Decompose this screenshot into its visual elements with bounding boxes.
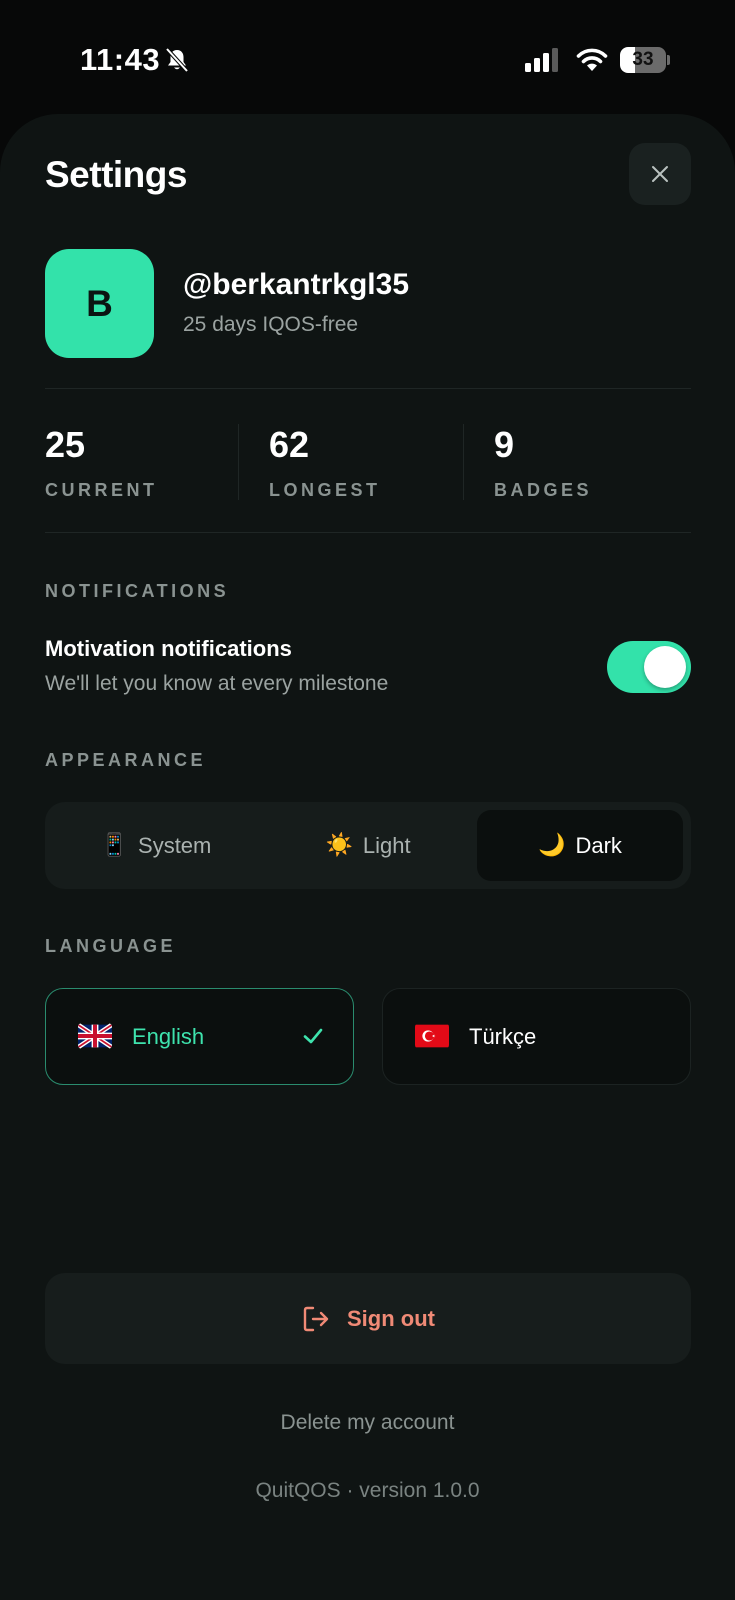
- battery-icon: 33: [620, 47, 670, 73]
- appearance-option-light[interactable]: ☀️ Light: [265, 810, 471, 881]
- cellular-signal-icon: [525, 48, 558, 72]
- stat-label: BADGES: [494, 480, 593, 500]
- notifications-section-label: NOTIFICATIONS: [45, 581, 230, 601]
- appearance-option-label: Light: [362, 832, 411, 858]
- language-label: English: [132, 1024, 205, 1049]
- battery-level: 33: [632, 49, 654, 70]
- delete-account-link[interactable]: Delete my account: [0, 1411, 735, 1435]
- sign-out-icon: [303, 1306, 329, 1331]
- stat-value: 62: [269, 424, 310, 465]
- notification-title: Motivation notifications: [45, 636, 292, 661]
- username: @berkantrkgl35: [183, 268, 410, 301]
- sign-out-label: Sign out: [347, 1305, 435, 1331]
- divider: [45, 388, 691, 389]
- divider: [45, 532, 691, 533]
- stat-divider: [238, 424, 239, 500]
- uk-flag-icon: [78, 1023, 112, 1049]
- appearance-option-label: Dark: [575, 832, 622, 858]
- page-title: Settings: [45, 154, 187, 195]
- status-time: 11:43: [80, 42, 161, 77]
- sun-icon: ☀️: [325, 833, 353, 858]
- stat-label: CURRENT: [45, 480, 158, 500]
- stat-value: 25: [45, 424, 86, 465]
- appearance-option-label: System: [138, 832, 212, 858]
- appearance-segmented-control: 📱 System ☀️ Light 🌙 Dark: [45, 802, 691, 889]
- avatar: B: [45, 249, 154, 358]
- phone-icon: 📱: [100, 833, 129, 858]
- checkmark-icon: [303, 1028, 323, 1044]
- stat-current: 25 CURRENT: [45, 424, 158, 501]
- toggle-knob: [644, 646, 686, 688]
- stat-divider: [463, 424, 464, 500]
- wifi-icon: [576, 48, 608, 71]
- turkey-flag-icon: [415, 1024, 449, 1048]
- appearance-option-system[interactable]: 📱 System: [53, 810, 259, 881]
- language-option-english[interactable]: English: [45, 988, 354, 1085]
- sign-out-button[interactable]: Sign out: [45, 1273, 691, 1364]
- appearance-option-dark[interactable]: 🌙 Dark: [477, 810, 683, 881]
- close-icon: [652, 166, 668, 182]
- profile-subtitle: 25 days IQOS-free: [183, 313, 359, 336]
- stat-badges: 9 BADGES: [494, 424, 592, 501]
- settings-sheet: Settings B @berkantrkgl35 25 days IQOS-f…: [0, 114, 735, 1600]
- language-option-turkish[interactable]: Türkçe: [382, 988, 691, 1085]
- stat-label: LONGEST: [269, 480, 381, 500]
- language-label: Türkçe: [469, 1024, 537, 1049]
- stat-longest: 62 LONGEST: [269, 424, 381, 501]
- status-bar: 11:43 33: [0, 0, 735, 116]
- bell-slash-icon: [165, 47, 189, 73]
- stat-value: 9: [494, 424, 515, 465]
- close-button[interactable]: [629, 143, 691, 205]
- motivation-notifications-toggle[interactable]: [607, 641, 691, 693]
- language-section-label: LANGUAGE: [45, 936, 176, 956]
- appearance-section-label: APPEARANCE: [45, 750, 207, 770]
- moon-icon: 🌙: [538, 833, 566, 858]
- version-text: QuitQOS · version 1.0.0: [255, 1479, 480, 1502]
- notification-description: We'll let you know at every milestone: [45, 672, 389, 695]
